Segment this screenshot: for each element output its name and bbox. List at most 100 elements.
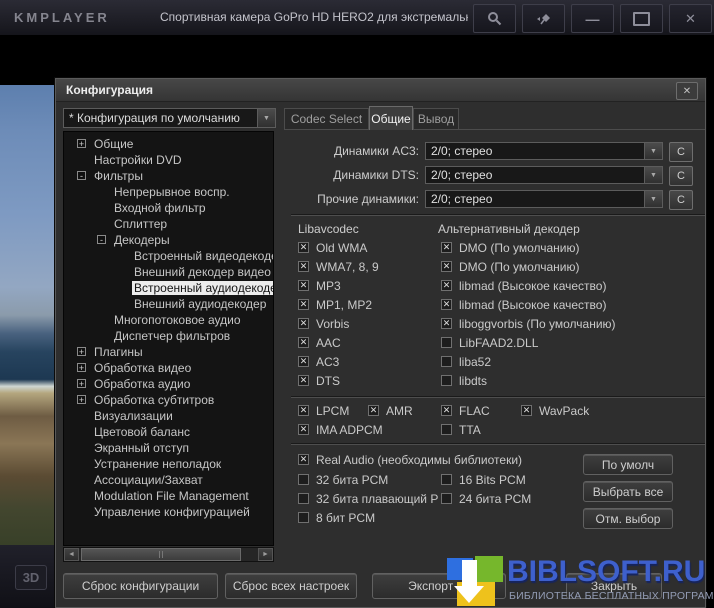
checkbox[interactable]: ✕ — [441, 299, 452, 310]
checkbox[interactable]: ✕ — [441, 280, 452, 291]
select-all-button[interactable]: Выбрать все — [583, 481, 673, 502]
dialog-close-button[interactable]: ✕ — [676, 82, 698, 100]
checkbox[interactable] — [298, 493, 309, 504]
config-c-button[interactable]: C — [669, 142, 693, 162]
collapse-icon[interactable]: - — [97, 235, 106, 244]
tab-codec-select[interactable]: Codec Select — [284, 108, 369, 129]
tree-item[interactable]: Modulation File Management — [64, 488, 273, 504]
checkbox[interactable]: ✕ — [298, 242, 309, 253]
tab-general[interactable]: Общие — [369, 106, 413, 130]
scroll-right-icon[interactable]: ► — [258, 548, 273, 561]
tree-item-selected[interactable]: Встроенный аудиодекодер — [64, 280, 273, 296]
chevron-down-icon[interactable]: ▼ — [644, 191, 662, 207]
chevron-down-icon[interactable]: ▼ — [644, 167, 662, 183]
expand-icon[interactable]: + — [77, 347, 86, 356]
expand-icon[interactable]: + — [77, 395, 86, 404]
checkbox[interactable]: ✕ — [298, 299, 309, 310]
speakers-dts-dropdown[interactable]: 2/0; стерео ▼ — [425, 166, 663, 184]
checkbox[interactable] — [298, 474, 309, 485]
maximize-button[interactable] — [620, 4, 663, 33]
tree-item[interactable]: -Декодеры — [64, 232, 273, 248]
chevron-down-icon[interactable]: ▼ — [644, 143, 662, 159]
checkbox[interactable]: ✕ — [298, 424, 309, 435]
tree-item[interactable]: Встроенный видеодекодер — [64, 248, 273, 264]
tree-item[interactable]: +Обработка аудио — [64, 376, 273, 392]
speakers-dts-row: Динамики DTS: 2/0; стерео ▼ C — [284, 166, 707, 184]
speakers-other-dropdown[interactable]: 2/0; стерео ▼ — [425, 190, 663, 208]
divider — [291, 397, 705, 398]
config-c-button[interactable]: C — [669, 190, 693, 210]
checkbox[interactable]: ✕ — [441, 405, 452, 416]
checkbox[interactable]: ✕ — [298, 261, 309, 272]
default-button[interactable]: По умолч — [583, 454, 673, 475]
checkbox[interactable]: ✕ — [298, 375, 309, 386]
pin-button[interactable] — [522, 4, 565, 33]
tab-output[interactable]: Вывод — [413, 108, 459, 129]
codec-row: ✕MP3 ✕libmad (Высокое качество) — [284, 278, 707, 296]
checkbox[interactable] — [441, 424, 452, 435]
tree-item[interactable]: Устранение неполадок — [64, 456, 273, 472]
deselect-button[interactable]: Отм. выбор — [583, 508, 673, 529]
tree-item[interactable]: Входной фильтр — [64, 200, 273, 216]
expand-icon[interactable]: + — [77, 379, 86, 388]
speakers-ac3-dropdown[interactable]: 2/0; стерео ▼ — [425, 142, 663, 160]
tree-item[interactable]: Диспетчер фильтров — [64, 328, 273, 344]
tree-item[interactable]: -Фильтры — [64, 168, 273, 184]
dialog-titlebar[interactable]: Конфигурация ✕ — [56, 79, 705, 102]
tree-item[interactable]: Экранный отступ — [64, 440, 273, 456]
tree-item[interactable]: Непрерывное воспр. — [64, 184, 273, 200]
chevron-down-icon[interactable]: ▼ — [257, 109, 275, 127]
config-c-button[interactable]: C — [669, 166, 693, 186]
tree-item[interactable]: +Общие — [64, 136, 273, 152]
checkbox[interactable] — [298, 512, 309, 523]
speakers-other-row: Прочие динамики: 2/0; стерео ▼ C — [284, 190, 707, 208]
tree-item[interactable]: Настройки DVD — [64, 152, 273, 168]
expand-icon[interactable]: + — [77, 363, 86, 372]
tree-item[interactable]: +Обработка видео — [64, 360, 273, 376]
tree-item[interactable]: Сплиттер — [64, 216, 273, 232]
scroll-left-icon[interactable]: ◄ — [64, 548, 79, 561]
tree-item[interactable]: Внешний декодер видео — [64, 264, 273, 280]
tree-item[interactable]: Визуализации — [64, 408, 273, 424]
preset-value: * Конфигурация по умолчанию — [69, 111, 240, 125]
checkbox[interactable]: ✕ — [298, 454, 309, 465]
window-titlebar: KMPLAYER Спортивная камера GoPro HD HERO… — [0, 0, 714, 36]
tree-item[interactable]: Цветовой баланс — [64, 424, 273, 440]
checkbox[interactable] — [441, 493, 452, 504]
checkbox[interactable]: ✕ — [298, 337, 309, 348]
checkbox[interactable]: ✕ — [298, 318, 309, 329]
tree-item[interactable]: Внешний аудиодекодер — [64, 296, 273, 312]
checkbox[interactable]: ✕ — [521, 405, 532, 416]
tree-item[interactable]: Многопотоковое аудио — [64, 312, 273, 328]
tree-item[interactable]: +Обработка субтитров — [64, 392, 273, 408]
codec-row: ✕AC3 liba52 — [284, 354, 707, 372]
checkbox[interactable] — [441, 474, 452, 485]
3d-mode-button[interactable]: 3D — [15, 565, 47, 590]
checkbox[interactable]: ✕ — [441, 242, 452, 253]
checkbox[interactable]: ✕ — [441, 261, 452, 272]
checkbox[interactable] — [441, 337, 452, 348]
tree-item[interactable]: Управление конфигурацией — [64, 504, 273, 520]
checkbox[interactable]: ✕ — [441, 318, 452, 329]
tree-item[interactable]: +Плагины — [64, 344, 273, 360]
expand-icon[interactable]: + — [77, 139, 86, 148]
checkbox[interactable]: ✕ — [298, 356, 309, 367]
checkbox[interactable]: ✕ — [298, 405, 309, 416]
checkbox[interactable]: ✕ — [368, 405, 379, 416]
collapse-icon[interactable]: - — [77, 171, 86, 180]
tree-hscrollbar[interactable]: ◄ ► — [63, 547, 274, 562]
scrollbar-thumb[interactable] — [81, 548, 241, 561]
column-header: Альтернативный декодер — [438, 222, 580, 236]
pin-icon — [536, 12, 552, 26]
reset-config-button[interactable]: Сброс конфигурации — [63, 573, 218, 599]
search-button[interactable] — [473, 4, 516, 33]
checkbox[interactable]: ✕ — [298, 280, 309, 291]
tree-item[interactable]: Ассоциации/Захват — [64, 472, 273, 488]
codec-row: ✕LPCM ✕AMR ✕FLAC ✕WavPack — [284, 403, 707, 421]
reset-all-button[interactable]: Сброс всех настроек — [225, 573, 357, 599]
close-button[interactable]: ✕ — [669, 4, 712, 33]
preset-dropdown[interactable]: * Конфигурация по умолчанию ▼ — [63, 108, 276, 128]
checkbox[interactable] — [441, 375, 452, 386]
checkbox[interactable] — [441, 356, 452, 367]
minimize-button[interactable]: — — [571, 4, 614, 33]
